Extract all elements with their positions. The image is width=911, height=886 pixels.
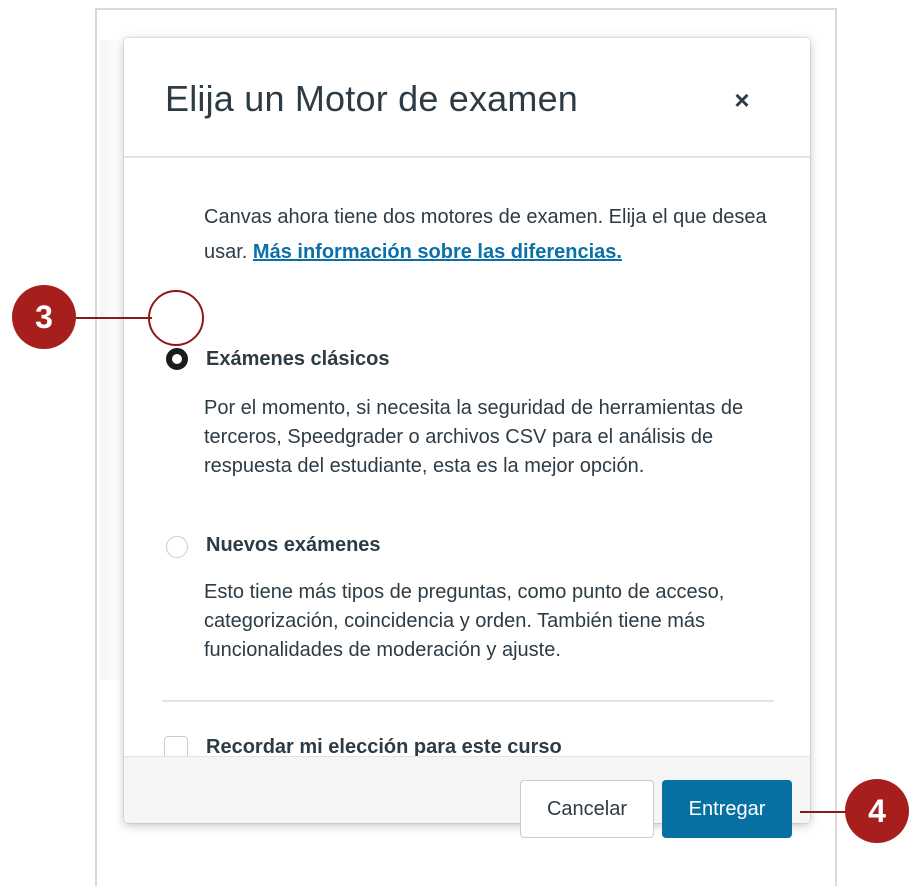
background-page-edge (100, 40, 120, 680)
step-3-highlight-ring (148, 290, 204, 346)
classic-quizzes-description: Por el momento, si necesita la seguridad… (204, 397, 744, 477)
dialog-title: Elija un Motor de examen (165, 78, 579, 119)
quiz-engine-dialog: Elija un Motor de examen × Canvas ahora … (124, 38, 810, 823)
new-quizzes-radio[interactable] (166, 536, 188, 558)
screenshot-stage: Elija un Motor de examen × Canvas ahora … (0, 0, 911, 886)
step-3-callout: 3 (12, 285, 76, 349)
dialog-header: Elija un Motor de examen × (124, 38, 810, 158)
new-quizzes-description: Esto tiene más tipos de preguntas, como … (204, 581, 725, 661)
step-4-callout-line (800, 811, 850, 813)
step-4-callout: 4 (845, 779, 909, 843)
more-info-link[interactable]: Más información sobre las diferencias. (253, 241, 622, 263)
step-3-callout-line (76, 317, 152, 319)
divider (162, 700, 774, 702)
new-quizzes-label[interactable]: Nuevos exámenes (206, 534, 381, 557)
close-icon[interactable]: × (724, 82, 760, 118)
cancel-button[interactable]: Cancelar (520, 780, 654, 838)
dialog-body: Canvas ahora tiene dos motores de examen… (124, 158, 810, 760)
classic-quizzes-label[interactable]: Exámenes clásicos (206, 348, 389, 371)
intro-paragraph: Canvas ahora tiene dos motores de examen… (204, 200, 784, 270)
submit-button[interactable]: Entregar (662, 780, 792, 838)
classic-quizzes-radio[interactable] (166, 348, 188, 370)
